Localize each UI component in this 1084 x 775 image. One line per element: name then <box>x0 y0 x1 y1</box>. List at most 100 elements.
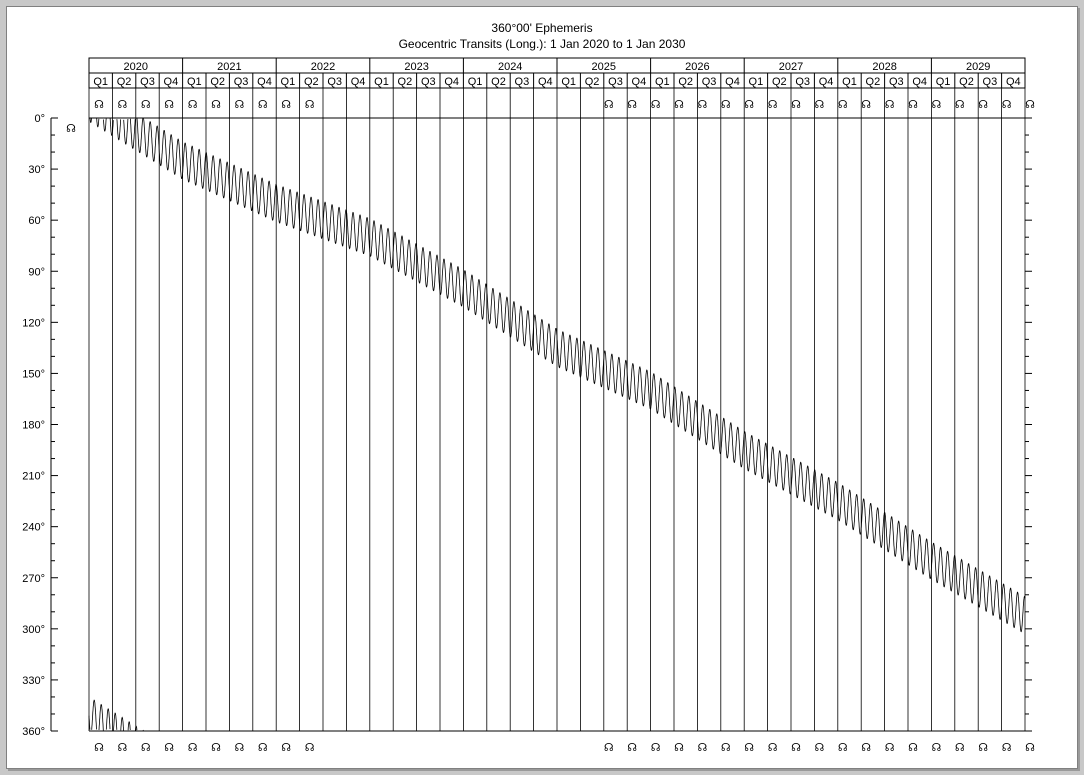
quarter-label: Q1 <box>374 76 389 88</box>
bottom-glyph: ☊ <box>955 742 965 754</box>
quarter-label: Q2 <box>491 76 506 88</box>
bottom-glyph: ☊ <box>978 742 988 754</box>
quarter-label: Q3 <box>515 76 530 88</box>
bottom-glyph: ☊ <box>1002 742 1012 754</box>
quarter-label: Q4 <box>538 76 553 88</box>
year-label: 2022 <box>311 61 335 73</box>
top-glyph: ☊ <box>651 99 661 111</box>
quarter-label: Q2 <box>772 76 787 88</box>
y-tick-label: 360° <box>22 726 45 738</box>
top-glyph: ☊ <box>721 99 731 111</box>
bottom-glyph: ☊ <box>235 742 245 754</box>
quarter-label: Q4 <box>164 76 179 88</box>
year-label: 2023 <box>404 61 428 73</box>
bottom-glyph: ☊ <box>211 742 221 754</box>
top-glyph: ☊ <box>885 99 895 111</box>
series-line <box>89 118 92 124</box>
series-line <box>98 703 104 731</box>
year-label: 2025 <box>592 61 616 73</box>
quarter-label: Q3 <box>889 76 904 88</box>
y-tick-label: 150° <box>22 368 45 380</box>
quarter-label: Q1 <box>281 76 296 88</box>
year-label: 2020 <box>124 61 148 73</box>
y-tick-label: 0° <box>34 113 45 125</box>
top-glyph: ☊ <box>1025 99 1035 111</box>
quarter-label: Q3 <box>327 76 342 88</box>
top-glyph: ☊ <box>698 99 708 111</box>
top-glyph: ☊ <box>141 99 151 111</box>
quarter-label: Q2 <box>959 76 974 88</box>
quarter-label: Q1 <box>468 76 483 88</box>
y-tick-label: 210° <box>22 471 45 483</box>
y-tick-label: 60° <box>28 215 45 227</box>
top-glyph: ☊ <box>744 99 754 111</box>
top-glyph: ☊ <box>791 99 801 111</box>
y-tick-label: 30° <box>28 164 45 176</box>
year-label: 2024 <box>498 61 522 73</box>
year-label: 2026 <box>685 61 709 73</box>
bottom-glyph: ☊ <box>305 742 315 754</box>
bottom-glyph: ☊ <box>627 742 637 754</box>
series-line <box>96 118 100 128</box>
quarter-label: Q2 <box>210 76 225 88</box>
quarter-label: Q1 <box>749 76 764 88</box>
bottom-glyph: ☊ <box>164 742 174 754</box>
top-glyph: ☊ <box>674 99 684 111</box>
bottom-glyph: ☊ <box>885 742 895 754</box>
y-tick-label: 180° <box>22 420 45 432</box>
top-glyph: ☊ <box>768 99 778 111</box>
y-tick-label: 330° <box>22 675 45 687</box>
series-line <box>142 729 144 732</box>
top-glyph: ☊ <box>1002 99 1012 111</box>
ephemeris-chart: 360°00' Ephemeris Geocentric Transits (L… <box>22 21 1035 754</box>
glyph-rows: ☊ ☊ ☊ ☊ ☊ ☊ ☊ ☊ ☊ ☊ ☊ ☊ ☊ ☊ ☊ ☊ ☊ ☊ ☊ ☊ ☊ ☊ ☊ ☊ ☊ ☊ ☊ ☊ ☊ ☊ ☊ ☊ ☊ ☊ ☊ ☊ ☊ ☊ ☊ ☊… <box>66 99 1035 754</box>
top-glyph: ☊ <box>908 99 918 111</box>
top-glyph: ☊ <box>815 99 825 111</box>
series-line <box>91 699 97 730</box>
year-label: 2028 <box>872 61 896 73</box>
bottom-glyph: ☊ <box>791 742 801 754</box>
quarter-label: Q3 <box>983 76 998 88</box>
top-glyph: ☊ <box>932 99 942 111</box>
top-glyph: ☊ <box>627 99 637 111</box>
series-line <box>120 716 124 731</box>
quarter-label: Q2 <box>117 76 132 88</box>
bottom-glyph: ☊ <box>141 742 151 754</box>
chart-subtitle: Geocentric Transits (Long.): 1 Jan 2020 … <box>399 37 686 51</box>
top-glyph: ☊ <box>258 99 268 111</box>
y-tick-label: 270° <box>22 573 45 585</box>
series-line <box>127 721 131 731</box>
bottom-glyph: ☊ <box>768 742 778 754</box>
top-glyph: ☊ <box>604 99 614 111</box>
bottom-glyph: ☊ <box>188 742 198 754</box>
top-glyph: ☊ <box>978 99 988 111</box>
quarter-label: Q3 <box>234 76 249 88</box>
bottom-glyph: ☊ <box>744 742 754 754</box>
top-glyph: ☊ <box>94 99 104 111</box>
quarter-label: Q2 <box>398 76 413 88</box>
quarter-label: Q4 <box>819 76 834 88</box>
quarter-label: Q1 <box>561 76 576 88</box>
bottom-glyph: ☊ <box>908 742 918 754</box>
bottom-glyph: ☊ <box>651 742 661 754</box>
bottom-glyph: ☊ <box>838 742 848 754</box>
top-glyph: ☊ <box>211 99 221 111</box>
quarter-label: Q1 <box>842 76 857 88</box>
chart-title: 360°00' Ephemeris <box>491 21 592 35</box>
bottom-glyph: ☊ <box>861 742 871 754</box>
bottom-glyph: ☊ <box>258 742 268 754</box>
top-glyph: ☊ <box>861 99 871 111</box>
bottom-glyph: ☊ <box>698 742 708 754</box>
quarter-label: Q1 <box>655 76 670 88</box>
quarter-label: Q3 <box>421 76 436 88</box>
top-glyph: ☊ <box>164 99 174 111</box>
quarter-label: Q3 <box>608 76 623 88</box>
quarter-label: Q3 <box>702 76 717 88</box>
bottom-glyph: ☊ <box>815 742 825 754</box>
quarter-label: Q4 <box>725 76 740 88</box>
bottom-glyph: ☊ <box>674 742 684 754</box>
quarter-label: Q4 <box>632 76 647 88</box>
series-line <box>136 118 144 154</box>
top-glyph: ☊ <box>838 99 848 111</box>
top-glyph: ☊ <box>305 99 315 111</box>
